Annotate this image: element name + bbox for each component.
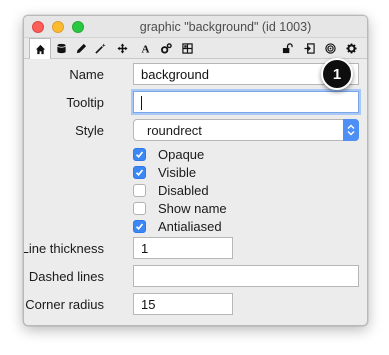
target-icon[interactable] (319, 38, 341, 59)
minimize-window-button[interactable] (52, 21, 64, 33)
text-a-icon[interactable]: A (134, 38, 156, 59)
antialiased-label: Antialiased (158, 218, 222, 234)
database-icon[interactable] (50, 38, 72, 59)
checkbox-box[interactable] (133, 219, 146, 233)
checkmark-icon (135, 150, 144, 158)
show-name-label: Show name (158, 200, 227, 216)
import-icon[interactable] (298, 38, 320, 59)
corner-radius-label: Corner radius (25, 297, 104, 312)
checkbox-box[interactable] (133, 183, 146, 197)
title-bar: graphic "background" (id 1003) (24, 16, 367, 38)
corner-radius-field[interactable]: 15 (133, 293, 233, 315)
window-title: graphic "background" (id 1003) (139, 20, 312, 34)
grid-icon[interactable] (176, 38, 198, 59)
lock-icon[interactable] (276, 38, 298, 59)
close-window-button[interactable] (32, 21, 44, 33)
svg-text:A: A (141, 44, 149, 54)
line-thickness-label: Line thickness (23, 241, 104, 256)
text-caret (141, 96, 142, 110)
opaque-label: Opaque (158, 146, 205, 162)
dashed-lines-field[interactable] (133, 265, 359, 287)
antialiased-checkbox[interactable]: Antialiased (133, 218, 222, 234)
checkmark-icon (135, 168, 144, 176)
select-arrows-icon (343, 119, 359, 141)
disabled-checkbox[interactable]: Disabled (133, 182, 209, 198)
tooltip-field[interactable] (133, 91, 359, 113)
annotation-badge: 1 (321, 58, 353, 90)
inspector-toolbar: A (24, 38, 367, 59)
zoom-window-button[interactable] (72, 21, 84, 33)
checkbox-box[interactable] (133, 147, 146, 161)
opaque-checkbox[interactable]: Opaque (133, 146, 204, 162)
style-select-value: roundrect (147, 123, 202, 138)
style-label: Style (75, 123, 104, 138)
checkbox-box[interactable] (133, 201, 146, 215)
gears-icon[interactable] (155, 38, 177, 59)
checkbox-box[interactable] (133, 165, 146, 179)
home-icon[interactable] (29, 38, 51, 59)
dashed-lines-label: Dashed lines (28, 269, 104, 284)
move-arrows-icon[interactable] (111, 38, 133, 59)
tooltip-label: Tooltip (66, 95, 104, 110)
property-inspector-window: graphic "background" (id 1003) A Name ba… (23, 15, 368, 326)
style-select[interactable]: roundrect (133, 119, 359, 141)
magic-wand-icon[interactable] (89, 38, 111, 59)
gear-icon[interactable] (340, 38, 362, 59)
show-name-checkbox[interactable]: Show name (133, 200, 227, 216)
line-thickness-field[interactable]: 1 (133, 237, 233, 259)
checkmark-icon (135, 222, 144, 230)
visible-label: Visible (158, 164, 197, 180)
name-label: Name (69, 67, 104, 82)
visible-checkbox[interactable]: Visible (133, 164, 196, 180)
disabled-label: Disabled (158, 182, 209, 198)
